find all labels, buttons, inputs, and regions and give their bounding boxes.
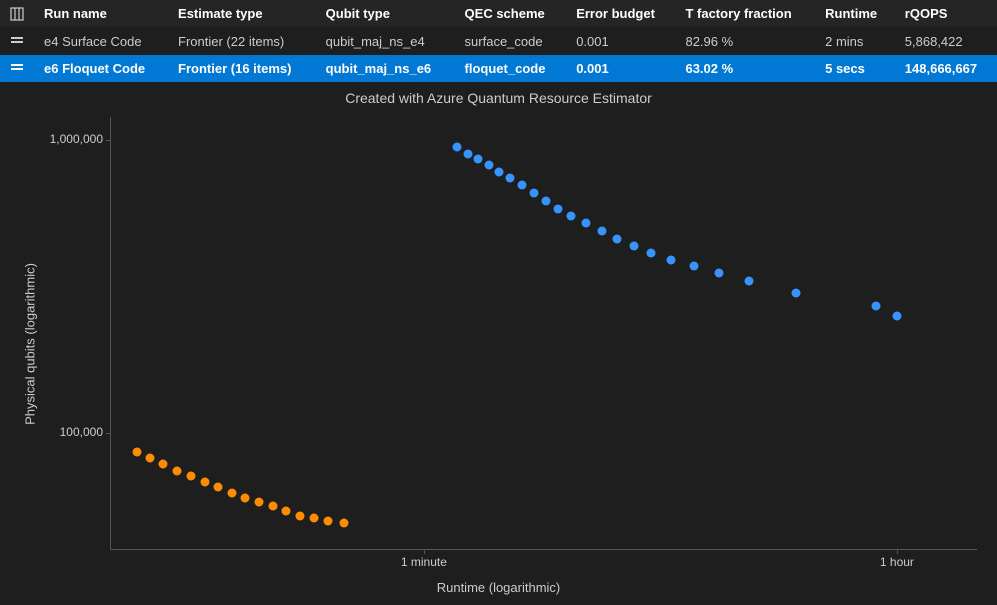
- table-cell: qubit_maj_ns_e6: [316, 55, 455, 82]
- x-tick-label: 1 hour: [867, 555, 927, 569]
- y-axis-label: Physical qubits (logarithmic): [23, 263, 38, 425]
- table-cell: 2 mins: [815, 28, 895, 56]
- col-header[interactable]: T factory fraction: [675, 0, 815, 28]
- data-point[interactable]: [464, 149, 473, 158]
- table-row[interactable]: e4 Surface CodeFrontier (22 items)qubit_…: [0, 28, 997, 56]
- chart-title: Created with Azure Quantum Resource Esti…: [0, 90, 997, 106]
- table-header-row: Run nameEstimate typeQubit typeQEC schem…: [0, 0, 997, 28]
- data-point[interactable]: [268, 502, 277, 511]
- data-point[interactable]: [132, 447, 141, 456]
- table-cell: 148,666,667: [895, 55, 997, 82]
- col-header[interactable]: Runtime: [815, 0, 895, 28]
- data-point[interactable]: [228, 489, 237, 498]
- data-point[interactable]: [145, 453, 154, 462]
- data-point[interactable]: [310, 514, 319, 523]
- data-point[interactable]: [517, 181, 526, 190]
- data-point[interactable]: [541, 196, 550, 205]
- data-point[interactable]: [667, 255, 676, 264]
- data-point[interactable]: [484, 161, 493, 170]
- data-point[interactable]: [871, 302, 880, 311]
- data-point[interactable]: [495, 167, 504, 176]
- table-cell: qubit_maj_ns_e4: [316, 28, 455, 56]
- y-tick-label: 1,000,000: [33, 132, 103, 146]
- data-point[interactable]: [597, 226, 606, 235]
- data-point[interactable]: [613, 234, 622, 243]
- col-header[interactable]: Error budget: [566, 0, 675, 28]
- data-point[interactable]: [582, 219, 591, 228]
- table-row[interactable]: e6 Floquet CodeFrontier (16 items)qubit_…: [0, 55, 997, 82]
- data-point[interactable]: [630, 241, 639, 250]
- table-cell: 5 secs: [815, 55, 895, 82]
- results-table: Run nameEstimate typeQubit typeQEC schem…: [0, 0, 997, 82]
- x-tick-label: 1 minute: [394, 555, 454, 569]
- chart-panel: Created with Azure Quantum Resource Esti…: [0, 82, 997, 605]
- row-series-icon: [0, 55, 34, 82]
- table-body: e4 Surface CodeFrontier (22 items)qubit_…: [0, 28, 997, 83]
- data-point[interactable]: [214, 483, 223, 492]
- data-point[interactable]: [791, 289, 800, 298]
- col-header[interactable]: rQOPS: [895, 0, 997, 28]
- data-point[interactable]: [744, 276, 753, 285]
- y-tick-label: 100,000: [33, 425, 103, 439]
- table-cell: surface_code: [455, 28, 567, 56]
- col-header[interactable]: Run name: [34, 0, 168, 28]
- table-cell: Frontier (16 items): [168, 55, 316, 82]
- data-point[interactable]: [296, 511, 305, 520]
- table-cell: 0.001: [566, 28, 675, 56]
- data-point[interactable]: [173, 466, 182, 475]
- data-point[interactable]: [241, 493, 250, 502]
- col-header[interactable]: Estimate type: [168, 0, 316, 28]
- data-point[interactable]: [892, 312, 901, 321]
- data-point[interactable]: [567, 212, 576, 221]
- data-point[interactable]: [159, 460, 168, 469]
- data-point[interactable]: [474, 155, 483, 164]
- table-cell: 63.02 %: [675, 55, 815, 82]
- row-series-icon: [0, 28, 34, 56]
- data-point[interactable]: [187, 472, 196, 481]
- col-header[interactable]: QEC scheme: [455, 0, 567, 28]
- col-header[interactable]: Qubit type: [316, 0, 455, 28]
- data-point[interactable]: [714, 269, 723, 278]
- grid-icon-header[interactable]: [0, 0, 34, 28]
- data-point[interactable]: [647, 249, 656, 258]
- data-point[interactable]: [254, 497, 263, 506]
- column-options-icon[interactable]: [10, 7, 24, 21]
- table-cell: 5,868,422: [895, 28, 997, 56]
- plot-area[interactable]: 1,000,000100,0001 minute1 hour: [110, 117, 977, 550]
- data-point[interactable]: [689, 262, 698, 271]
- table-cell: 82.96 %: [675, 28, 815, 56]
- data-point[interactable]: [529, 188, 538, 197]
- table-cell: e6 Floquet Code: [34, 55, 168, 82]
- data-point[interactable]: [200, 477, 209, 486]
- data-point[interactable]: [339, 519, 348, 528]
- table-cell: e4 Surface Code: [34, 28, 168, 56]
- data-point[interactable]: [282, 506, 291, 515]
- table-cell: 0.001: [566, 55, 675, 82]
- table-cell: floquet_code: [455, 55, 567, 82]
- data-point[interactable]: [324, 516, 333, 525]
- data-point[interactable]: [453, 142, 462, 151]
- data-point[interactable]: [554, 205, 563, 214]
- table-cell: Frontier (22 items): [168, 28, 316, 56]
- data-point[interactable]: [505, 174, 514, 183]
